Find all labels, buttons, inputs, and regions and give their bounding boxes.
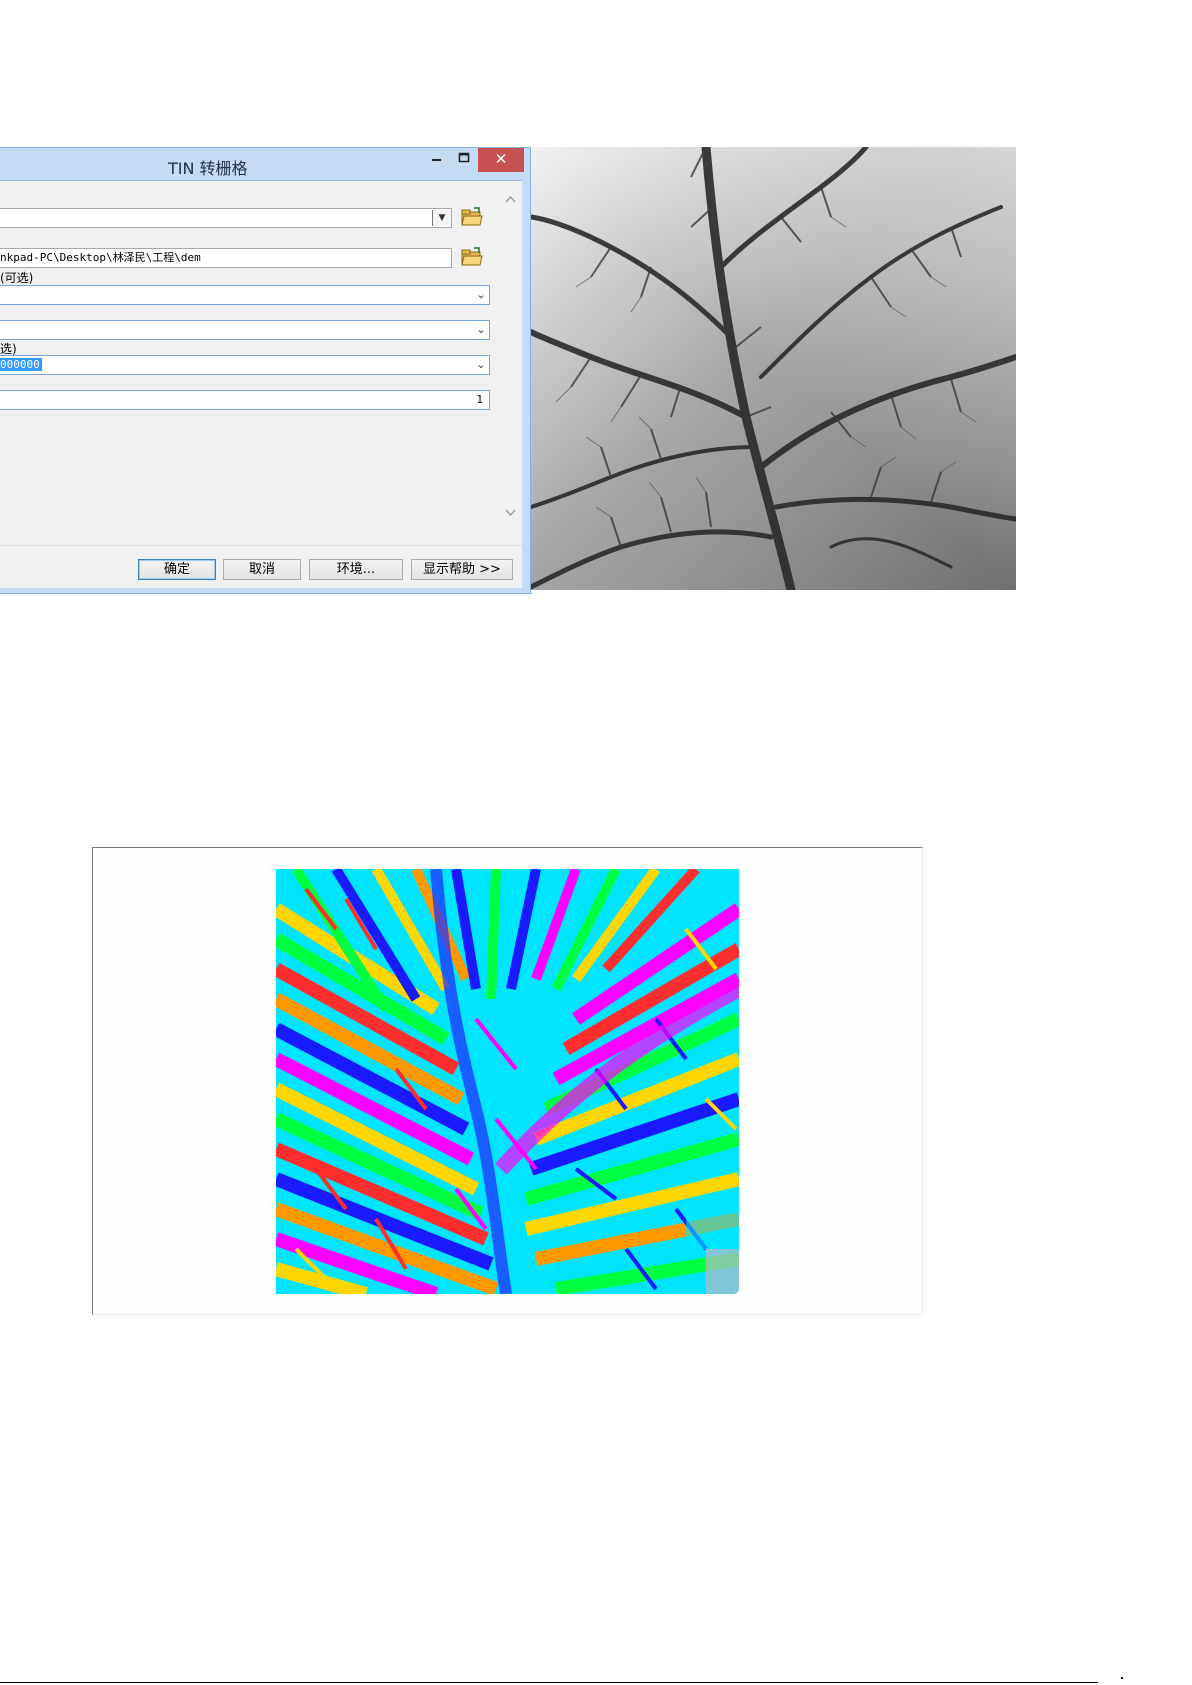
browse-folder-icon[interactable] — [460, 246, 484, 268]
aspect-map-frame — [92, 847, 923, 1315]
minimize-icon[interactable] — [423, 148, 449, 172]
z-factor-field[interactable]: 1 — [0, 390, 490, 410]
dialog-client-area: ▼ nkpad-PC\Desktop\林泽民\工程\dem (可选) ⌄ ⌄ 选… — [0, 180, 522, 588]
dem-raster-svg — [531, 147, 1016, 590]
z-factor-value: 1 — [476, 393, 483, 406]
output-raster-field[interactable]: nkpad-PC\Desktop\林泽民\工程\dem — [0, 248, 452, 268]
page-bottom-rule — [0, 1682, 1098, 1683]
sampling-distance-value: 000000 — [0, 358, 42, 371]
chevron-down-icon[interactable]: ⌄ — [472, 286, 489, 304]
chevron-down-icon[interactable]: ⌄ — [472, 356, 489, 374]
open-folder-icon[interactable] — [460, 206, 484, 228]
aspect-raster-svg — [276, 869, 739, 1294]
method-combo[interactable]: ⌄ — [0, 320, 490, 340]
title-bar[interactable]: TIN 转栅格 ✕ — [0, 148, 530, 178]
cancel-button[interactable]: 取消 — [223, 559, 301, 580]
page-corner-mark — [1121, 1677, 1123, 1679]
close-glyph: ✕ — [494, 151, 508, 168]
show-help-button[interactable]: 显示帮助 >> — [411, 559, 513, 580]
scroll-up-icon[interactable] — [504, 193, 517, 206]
vertical-scrollbar[interactable] — [500, 181, 521, 545]
chevron-down-icon[interactable]: ⌄ — [472, 321, 489, 339]
dem-raster-image — [531, 147, 1016, 590]
sampling-distance-combo[interactable]: 000000 ⌄ — [0, 355, 490, 375]
button-row: 确定 取消 环境... 显示帮助 >> — [0, 545, 522, 588]
maximize-icon[interactable] — [451, 148, 477, 172]
tin-to-raster-dialog: TIN 转栅格 ✕ ▼ nkpad-PC\Desktop\林泽民\工程\dem … — [0, 147, 531, 594]
parameter-panel: ▼ nkpad-PC\Desktop\林泽民\工程\dem (可选) ⌄ ⌄ 选… — [0, 181, 500, 545]
ok-button[interactable]: 确定 — [138, 559, 216, 580]
aspect-raster-image — [276, 869, 739, 1294]
environments-button[interactable]: 环境... — [309, 559, 403, 580]
dialog-title: TIN 转栅格 — [168, 159, 248, 178]
chevron-down-icon[interactable]: ▼ — [432, 210, 451, 226]
output-data-type-label: (可选) — [0, 271, 34, 285]
close-icon[interactable]: ✕ — [478, 148, 524, 172]
output-data-type-combo[interactable]: ⌄ — [0, 285, 490, 305]
scroll-down-icon[interactable] — [504, 506, 517, 519]
output-raster-path: nkpad-PC\Desktop\林泽民\工程\dem — [0, 251, 201, 264]
input-tin-combo[interactable]: ▼ — [0, 208, 452, 228]
